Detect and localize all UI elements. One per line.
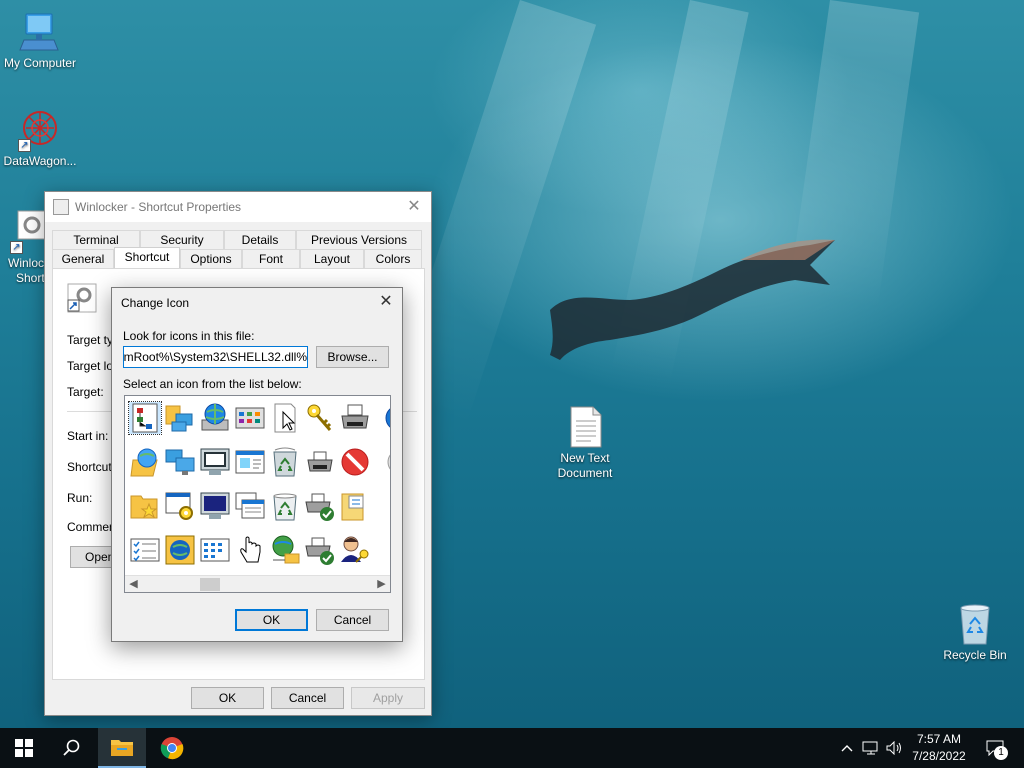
icon-list-horizontal-scrollbar[interactable]: ◀ ▶: [125, 575, 390, 592]
file-label: Look for icons in this file:: [123, 329, 255, 343]
shortcut-arrow-icon: ↗: [18, 139, 31, 152]
monitor-window-icon[interactable]: [199, 446, 231, 478]
chevron-up-icon[interactable]: [838, 728, 856, 768]
clock-time: 7:57 AM: [916, 732, 962, 746]
search-icon[interactable]: [48, 728, 96, 768]
partial-film-icon[interactable]: [374, 534, 390, 566]
start-in-label: Start in:: [67, 429, 109, 443]
star-folder-icon[interactable]: [129, 490, 161, 522]
desktop-icon-label: Recycle Bin: [943, 648, 1007, 662]
printer-icon[interactable]: [339, 402, 371, 434]
org-chart-icon[interactable]: [128, 401, 162, 435]
desktop-icon-label: DataWagon...: [3, 154, 77, 168]
notification-center-icon[interactable]: 1: [980, 728, 1010, 768]
tab-details[interactable]: Details: [224, 230, 296, 249]
tab-previous-versions[interactable]: Previous Versions: [296, 230, 422, 249]
browse-button[interactable]: Browse...: [316, 346, 389, 368]
ok-button[interactable]: OK: [191, 687, 264, 709]
apply-button[interactable]: Apply: [351, 687, 425, 709]
globe-frame-icon[interactable]: [164, 534, 196, 566]
icon-list[interactable]: ◀ ▶: [124, 395, 391, 593]
desktop-icon-datawagon[interactable]: ↗ DataWagon...: [0, 108, 80, 169]
close-icon[interactable]: ✕: [374, 291, 398, 313]
recycle-empty-icon[interactable]: [269, 490, 301, 522]
tab-font[interactable]: Font: [242, 249, 300, 268]
target-label: Target:: [67, 385, 104, 399]
window-titlebar[interactable]: Winlocker - Shortcut Properties: [45, 192, 431, 222]
tab-colors[interactable]: Colors: [364, 249, 422, 268]
volume-icon[interactable]: [884, 728, 906, 768]
printer-small-icon[interactable]: [304, 446, 336, 478]
recycle-bin-icon: [953, 602, 997, 646]
desktop-icon-my-computer[interactable]: My Computer: [0, 10, 80, 71]
close-icon[interactable]: ✕: [403, 196, 425, 218]
scroll-right-icon[interactable]: ▶: [373, 576, 390, 592]
text-document-icon: [563, 405, 607, 449]
datawagon-icon: ↗: [18, 108, 62, 152]
network-globe-icon[interactable]: [269, 534, 301, 566]
document-folder-icon[interactable]: [339, 490, 371, 522]
keys-icon[interactable]: [304, 402, 336, 434]
chrome-icon[interactable]: [148, 728, 196, 768]
settings-window-icon[interactable]: [164, 490, 196, 522]
shortcut-large-icon: [67, 283, 97, 313]
printer-check-2-icon[interactable]: [304, 534, 336, 566]
hand-cursor-icon[interactable]: [234, 534, 266, 566]
no-entry-icon[interactable]: [339, 446, 371, 478]
icon-list-label: Select an icon from the list below:: [123, 377, 302, 391]
monitor-icon[interactable]: [199, 490, 231, 522]
grid-window-icon[interactable]: [199, 534, 231, 566]
control-panel-icon[interactable]: [234, 402, 266, 434]
icon-file-input[interactable]: %SystemRoot%\System32\SHELL32.dll: [123, 346, 308, 368]
scroll-left-icon[interactable]: ◀: [125, 576, 142, 592]
network-icon[interactable]: [860, 728, 882, 768]
clock-date: 7/28/2022: [912, 749, 966, 763]
tab-layout[interactable]: Layout: [300, 249, 364, 268]
dialog-cancel-button[interactable]: Cancel: [316, 609, 389, 631]
taskbar-clock[interactable]: 7:57 AM 7/28/2022: [905, 731, 973, 765]
partial-blue-icon[interactable]: [374, 402, 390, 434]
desktop-icon-label: New Text: [560, 451, 610, 465]
recycle-full-icon[interactable]: [269, 446, 301, 478]
desktop-icon-recycle-bin[interactable]: Recycle Bin: [935, 602, 1015, 663]
taskbar: 7:57 AM 7/28/2022 1: [0, 728, 1024, 768]
globe-folder-icon[interactable]: [129, 446, 161, 478]
dialog-title: Change Icon: [121, 296, 190, 310]
tab-shortcut[interactable]: Shortcut: [114, 247, 180, 268]
scrollbar-thumb[interactable]: [200, 578, 220, 591]
network-folder-icon[interactable]: [164, 402, 196, 434]
globe-computer-icon[interactable]: [199, 402, 231, 434]
partial-disc-icon[interactable]: [374, 446, 390, 478]
tabs-row-top: Terminal Security Details Previous Versi…: [52, 230, 422, 249]
notification-badge: 1: [994, 746, 1008, 760]
user-key-icon[interactable]: [339, 534, 371, 566]
tab-options[interactable]: Options: [180, 249, 242, 268]
change-icon-dialog: Change Icon ✕ Look for icons in this fil…: [111, 287, 403, 642]
cursor-document-icon[interactable]: [269, 402, 301, 434]
window-title: Winlocker - Shortcut Properties: [75, 200, 242, 214]
cancel-button[interactable]: Cancel: [271, 687, 344, 709]
wallpaper-diver: [550, 239, 835, 360]
checklist-icon[interactable]: [129, 534, 161, 566]
monitors-icon[interactable]: [164, 446, 196, 478]
picture-window-icon[interactable]: [234, 446, 266, 478]
file-explorer-icon[interactable]: [98, 728, 146, 768]
windows-cascade-icon[interactable]: [234, 490, 266, 522]
desktop-icon-new-text-document[interactable]: New Text Document: [545, 405, 625, 481]
desktop-icon-label: Document: [557, 466, 613, 480]
windows-start-icon[interactable]: [0, 728, 48, 768]
tab-general[interactable]: General: [52, 249, 114, 268]
run-label: Run:: [67, 491, 93, 505]
printer-check-icon[interactable]: [304, 490, 336, 522]
tabs-row-bottom: General Shortcut Options Font Layout Col…: [52, 247, 422, 268]
desktop-icon-label: My Computer: [3, 56, 77, 70]
shortcut-arrow-icon: ↗: [10, 241, 23, 254]
computer-icon: [18, 10, 62, 54]
dialog-ok-button[interactable]: OK: [235, 609, 308, 631]
window-app-icon: [53, 199, 69, 215]
partial-pen-icon[interactable]: [374, 490, 390, 522]
